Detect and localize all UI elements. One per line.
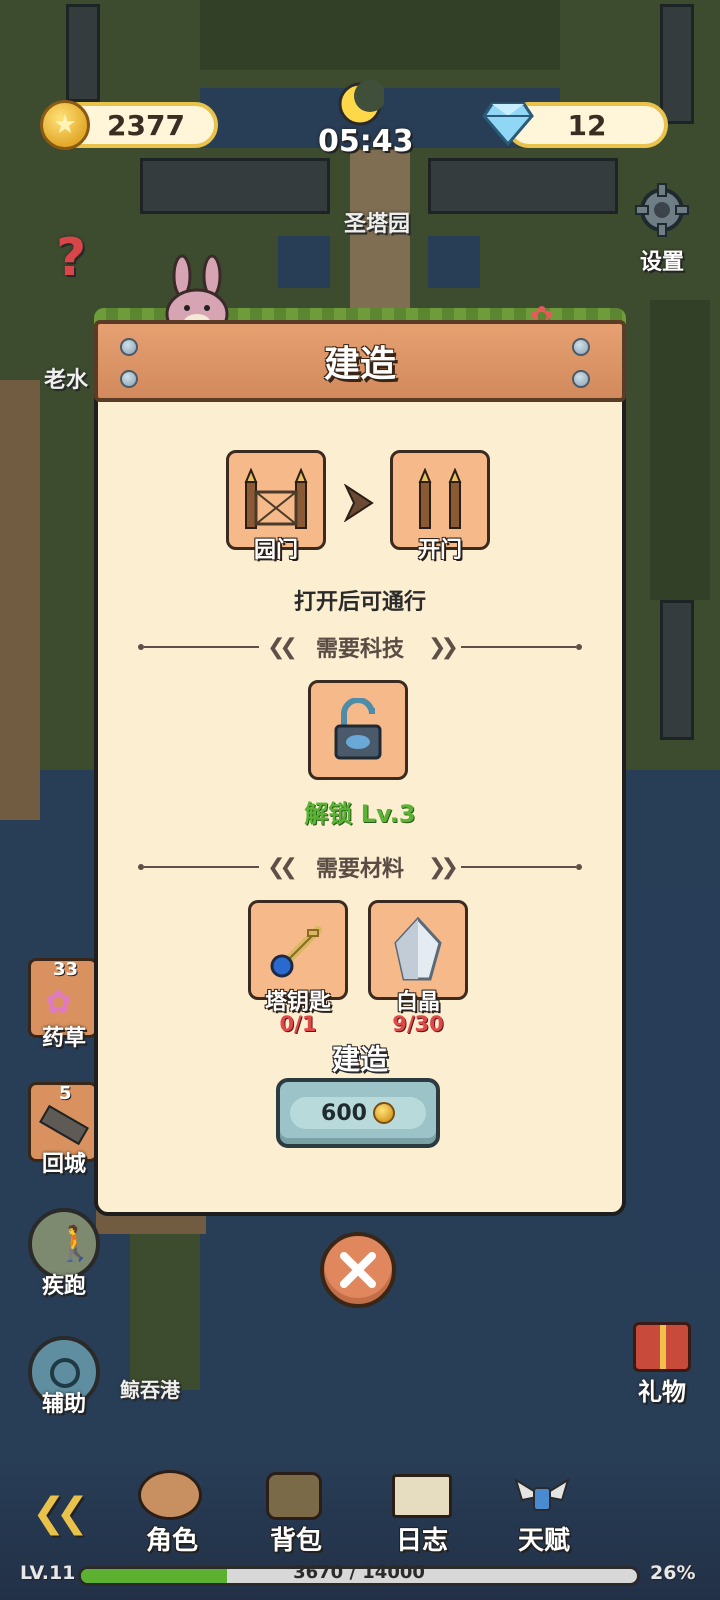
walking-person-icon: 🚶 xyxy=(54,1224,97,1264)
flower-icon: ✿ xyxy=(45,983,72,1021)
gear-icon xyxy=(635,183,689,237)
nav-journal[interactable]: 日志 xyxy=(374,1520,470,1557)
gem-count: 12 xyxy=(567,108,607,142)
diamond-icon xyxy=(482,102,534,146)
tower-key-icon xyxy=(270,926,322,978)
xp-percent: 26% xyxy=(650,1562,696,1584)
quest-marker-icon[interactable]: ? xyxy=(56,228,86,288)
player-level: LV.11 xyxy=(20,1562,76,1584)
bolt-icon xyxy=(572,370,590,388)
tech-section-divider: ❮❮ 需要科技 ❯❯ xyxy=(138,632,583,662)
build-label: 建造 xyxy=(331,1043,388,1076)
build-dialog: ✿ 建造 园门 开门 打开后可通行 ❮❮ 需要科技 ❯❯ 解锁 Lv.3 ❮❮ … xyxy=(94,254,626,1216)
tech-requirement-card[interactable] xyxy=(308,680,408,780)
closed-gate-icon xyxy=(244,468,308,529)
backpack-icon xyxy=(266,1472,322,1520)
tech-section-title: 需要科技 xyxy=(316,637,405,662)
settings-button[interactable]: 设置 xyxy=(624,182,700,276)
nav-backpack[interactable]: 背包 xyxy=(248,1520,344,1557)
white-crystal-icon xyxy=(394,917,442,981)
port-label: 鲸吞港 xyxy=(120,1378,180,1402)
open-gate-icon xyxy=(418,468,462,529)
dialog-header: 建造 xyxy=(94,320,626,402)
character-avatar-icon xyxy=(138,1470,202,1520)
xp-text: 3670 / 14000 xyxy=(293,1562,425,1583)
dialog-title: 建造 xyxy=(323,344,396,385)
build-button[interactable]: 600 xyxy=(276,1078,440,1148)
arrow-right-icon xyxy=(343,484,374,522)
coin-icon: ★ xyxy=(40,100,90,150)
gate-description: 打开后可通行 xyxy=(293,590,426,615)
material-section-title: 需要材料 xyxy=(316,857,405,882)
winged-talent-icon xyxy=(510,1474,574,1518)
material-count: 9/30 xyxy=(392,1012,444,1036)
gift-button[interactable]: 礼物 xyxy=(620,1322,704,1407)
assist-label: 辅助 xyxy=(41,1392,86,1417)
unlock-padlock-icon xyxy=(334,698,382,760)
gift-box-icon xyxy=(633,1322,691,1372)
build-cost: 600 xyxy=(321,1100,367,1126)
to-item-label: 开门 xyxy=(417,538,462,563)
close-icon xyxy=(340,1252,376,1288)
nav-talent[interactable]: 天赋 xyxy=(496,1520,592,1557)
nav-character[interactable]: 角色 xyxy=(124,1520,220,1557)
return-city-count: 5 xyxy=(59,1083,72,1104)
journal-book-icon xyxy=(392,1474,452,1518)
bolt-icon xyxy=(120,370,138,388)
gift-label: 礼物 xyxy=(638,1378,686,1406)
unlock-level-text: 解锁 Lv.3 xyxy=(304,800,416,828)
herb-count: 33 xyxy=(53,959,79,980)
return-city-label: 回城 xyxy=(41,1152,86,1177)
bolt-icon xyxy=(572,338,590,356)
close-button[interactable] xyxy=(320,1232,396,1308)
collapse-arrow-icon[interactable]: ❮❮ xyxy=(32,1490,89,1536)
scroll-icon xyxy=(39,1104,89,1146)
location-label: 圣塔园 xyxy=(344,212,411,237)
bolt-icon xyxy=(120,338,138,356)
coin-icon xyxy=(372,1102,395,1124)
settings-label: 设置 xyxy=(639,250,684,275)
material-count: 0/1 xyxy=(279,1012,317,1036)
coin-count: 2377 xyxy=(107,108,185,142)
sprint-label: 疾跑 xyxy=(41,1274,86,1299)
npc-name-label: 老水 xyxy=(44,368,89,393)
moon-icon xyxy=(338,80,384,126)
material-section-divider: ❮❮ 需要材料 ❯❯ xyxy=(138,852,583,882)
game-clock: 05:43 xyxy=(318,124,414,159)
from-item-label: 园门 xyxy=(253,538,298,563)
herb-label: 药草 xyxy=(41,1026,86,1051)
assist-icon xyxy=(50,1358,80,1388)
